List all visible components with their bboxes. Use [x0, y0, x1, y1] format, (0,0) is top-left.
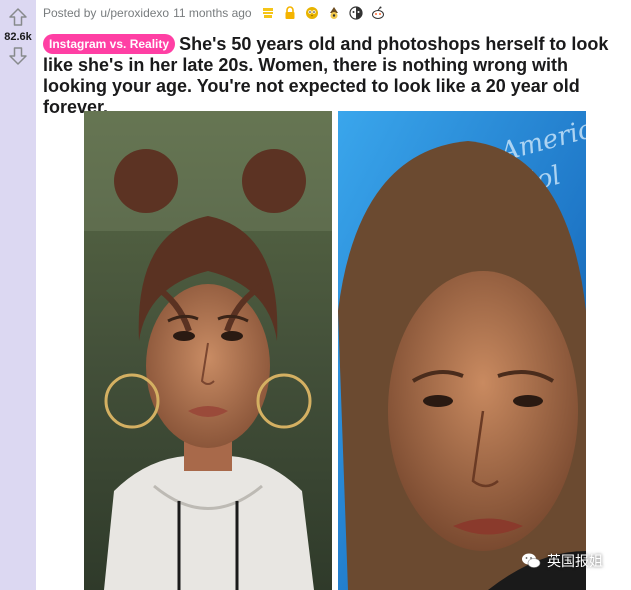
post: Posted by u/peroxidexo 11 months ago Ins… — [43, 0, 631, 118]
lock-award-icon[interactable] — [283, 6, 297, 20]
vote-rail: 82.6k — [0, 0, 36, 590]
post-title[interactable]: Instagram vs. Reality She's 50 years old … — [43, 34, 631, 118]
right-photo: America Idol — [338, 111, 586, 590]
face-award-icon[interactable] — [348, 6, 363, 20]
post-flair[interactable]: Instagram vs. Reality — [43, 34, 176, 54]
upvote-arrow-icon[interactable] — [8, 7, 28, 27]
watermark: 英国报姐 — [521, 551, 603, 571]
reddit-snoo-award-icon[interactable] — [371, 6, 385, 20]
bookmark-award-icon[interactable] — [261, 6, 275, 20]
left-photo — [84, 111, 332, 590]
post-image[interactable]: America Idol — [84, 111, 586, 590]
downvote-arrow-icon[interactable] — [8, 46, 28, 66]
author-link[interactable]: u/peroxidexo — [100, 6, 169, 20]
wizard-award-icon[interactable] — [327, 6, 341, 20]
post-meta: Posted by u/peroxidexo 11 months ago — [43, 0, 631, 26]
owl-award-icon[interactable] — [305, 6, 319, 20]
posted-by-label: Posted by — [43, 6, 97, 20]
watermark-text: 英国报姐 — [547, 553, 603, 569]
wechat-icon — [522, 553, 541, 568]
vote-score: 82.6k — [4, 31, 32, 43]
post-time: 11 months ago — [173, 6, 252, 20]
